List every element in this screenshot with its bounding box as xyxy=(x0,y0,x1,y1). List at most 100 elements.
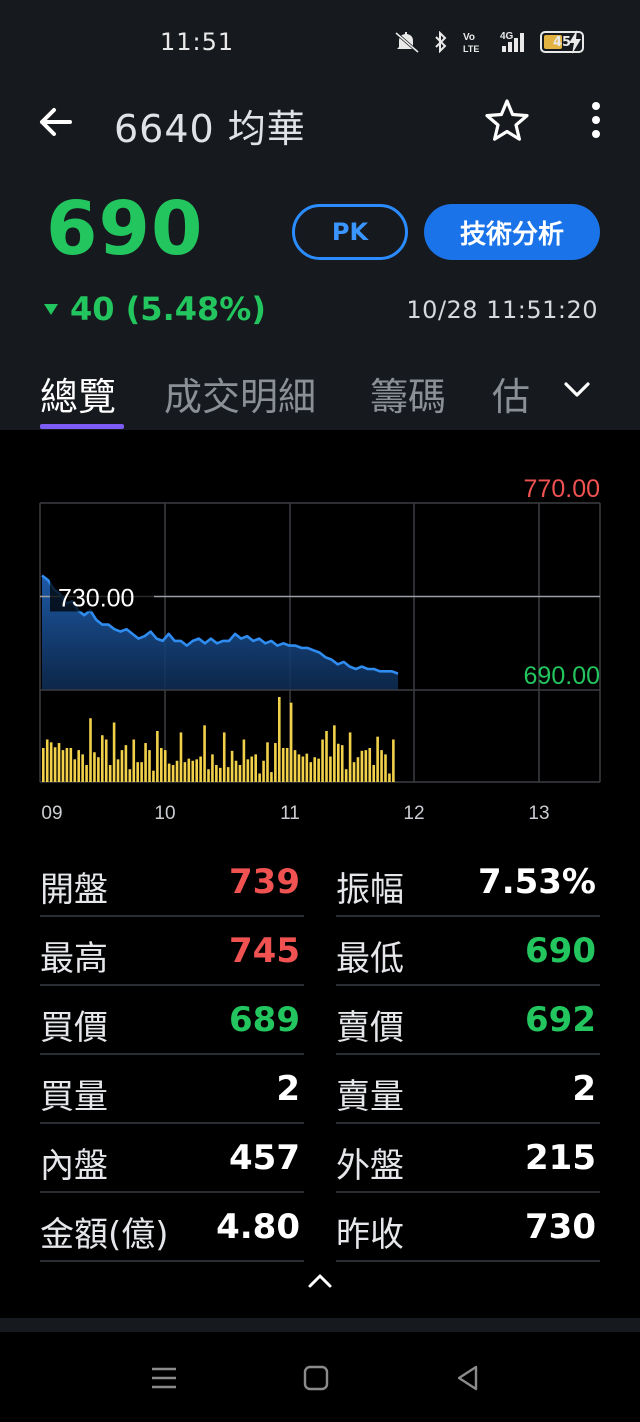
volume-bar xyxy=(281,748,285,782)
current-price: 690 xyxy=(46,186,204,272)
volume-bar xyxy=(313,757,316,782)
stat-value: 2 xyxy=(572,1069,596,1109)
stat-value: 7.53% xyxy=(478,862,596,902)
chevron-up-icon[interactable] xyxy=(306,1270,334,1290)
volume-bar xyxy=(69,748,73,782)
svg-text:LTE: LTE xyxy=(463,44,479,54)
volume-bar xyxy=(93,752,96,782)
volte-icon: Vo LTE xyxy=(463,32,479,54)
volume-bar xyxy=(348,732,352,782)
stat-value: 2 xyxy=(276,1069,300,1109)
volume-bar xyxy=(230,750,234,782)
volume-bar xyxy=(234,760,238,782)
volume-bar xyxy=(392,739,395,782)
volume-bar xyxy=(250,756,254,782)
volume-bar xyxy=(258,773,261,782)
volume-bar xyxy=(132,739,136,782)
home-icon[interactable] xyxy=(300,1362,332,1394)
technical-analysis-button[interactable]: 技術分析 xyxy=(424,204,600,260)
svg-text:4G: 4G xyxy=(500,31,514,42)
volume-bar xyxy=(222,732,226,782)
down-triangle-icon xyxy=(44,303,58,315)
stat-cell: 買價 689 xyxy=(40,986,304,1055)
volume-bar xyxy=(376,736,379,782)
volume-bar xyxy=(309,762,313,782)
signal-icon: 4G xyxy=(500,31,524,52)
volume-bar xyxy=(104,739,108,782)
stat-cell: 買量 2 xyxy=(40,1055,304,1124)
volume-bar xyxy=(160,748,163,782)
bottom-divider xyxy=(0,1318,640,1332)
volume-bar xyxy=(364,750,368,782)
volume-bar xyxy=(297,754,301,782)
stat-label: 內盤 xyxy=(40,1146,108,1186)
recent-apps-icon[interactable] xyxy=(148,1362,180,1394)
volume-bar xyxy=(360,750,364,782)
back-arrow-icon[interactable] xyxy=(36,102,76,142)
volume-bar xyxy=(368,748,372,782)
stat-value: 457 xyxy=(229,1138,300,1178)
volume-bar xyxy=(152,770,155,782)
pk-button[interactable]: PK xyxy=(292,204,408,260)
tab-chips[interactable]: 籌碼 xyxy=(370,366,446,421)
volume-bar xyxy=(73,759,77,782)
volume-bar xyxy=(140,762,143,782)
stat-label: 買量 xyxy=(40,1077,108,1117)
volume-bar xyxy=(262,760,265,782)
bluetooth-icon xyxy=(435,31,447,53)
stat-label: 賣價 xyxy=(336,1008,404,1048)
stat-cell: 金額(億) 4.80 xyxy=(40,1193,304,1262)
volume-bar xyxy=(57,743,61,782)
volume-bar xyxy=(167,763,171,782)
volume-bar xyxy=(116,759,120,782)
volume-bar xyxy=(108,765,112,782)
volume-bar xyxy=(61,750,65,782)
stat-label: 賣量 xyxy=(336,1077,404,1117)
stat-cell: 賣價 692 xyxy=(336,986,600,1055)
volume-bar xyxy=(85,765,88,782)
volume-bar xyxy=(53,747,57,782)
axis-min-label: 690.00 xyxy=(524,662,600,690)
star-icon[interactable] xyxy=(484,98,530,144)
volume-bar xyxy=(305,753,309,782)
tab-trade-details[interactable]: 成交明細 xyxy=(164,366,316,421)
volume-bar xyxy=(191,760,195,782)
volume-bar xyxy=(274,743,277,782)
stat-value: 692 xyxy=(525,1000,596,1040)
volume-bar xyxy=(325,731,328,782)
volume-bar xyxy=(215,765,218,782)
tab-overview[interactable]: 總覽 xyxy=(40,366,116,421)
volume-bar xyxy=(136,762,139,782)
volume-bar xyxy=(45,739,49,782)
status-time: 11:51 xyxy=(160,28,235,56)
volume-bar xyxy=(97,757,100,782)
stat-cell: 內盤 457 xyxy=(40,1124,304,1193)
volume-bar xyxy=(179,732,183,782)
tab-valuation[interactable]: 估 xyxy=(492,366,530,421)
back-icon[interactable] xyxy=(452,1362,484,1394)
volume-bar xyxy=(337,743,340,782)
x-tick-label: 13 xyxy=(528,803,549,824)
volume-bar xyxy=(207,769,210,782)
volume-bar xyxy=(120,750,124,782)
intraday-chart[interactable]: 730.00 770.00 690.00 09 10 11 12 13 xyxy=(0,430,640,840)
more-vertical-icon[interactable] xyxy=(582,100,610,140)
stat-value: 739 xyxy=(229,862,300,902)
x-tick-label: 12 xyxy=(403,803,424,824)
volume-bar xyxy=(278,697,281,782)
stat-cell: 賣量 2 xyxy=(336,1055,600,1124)
volume-bar xyxy=(384,754,387,782)
volume-bar xyxy=(285,748,289,782)
volume-bar xyxy=(317,758,320,782)
volume-bar xyxy=(388,773,391,782)
volume-bar xyxy=(219,767,222,782)
volume-bar xyxy=(77,750,80,782)
stat-value: 690 xyxy=(525,931,596,971)
volume-bar xyxy=(124,745,128,782)
chevron-down-icon[interactable] xyxy=(562,378,592,402)
x-tick-label: 10 xyxy=(154,803,175,824)
volume-bar xyxy=(321,739,324,782)
stat-label: 最低 xyxy=(336,939,404,979)
volume-bar xyxy=(266,742,269,782)
volume-bar xyxy=(242,739,246,782)
